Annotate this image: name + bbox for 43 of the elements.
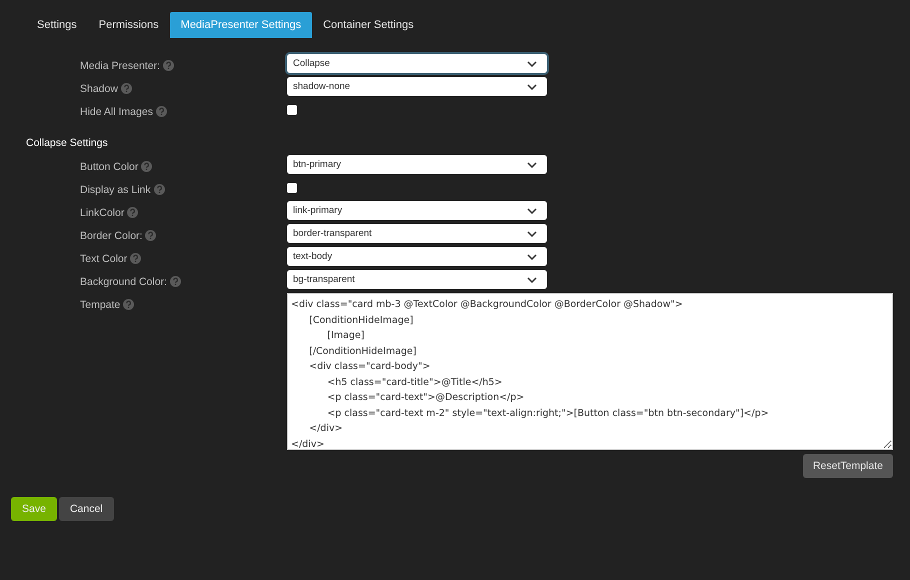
field-label: Shadow (80, 82, 118, 94)
chevron-icon (527, 276, 537, 282)
help-icon[interactable] (127, 207, 138, 218)
tab[interactable]: Container Settings (312, 12, 425, 38)
checkbox[interactable] (287, 183, 297, 193)
help-icon[interactable] (123, 299, 134, 310)
tab[interactable]: Settings (26, 12, 88, 38)
field-label: Background Color: (80, 276, 167, 288)
field-label: Display as Link (80, 184, 151, 196)
dropdown[interactable]: border-transparent (287, 224, 547, 243)
field-label: Media Presenter: (80, 60, 160, 72)
help-icon[interactable] (130, 253, 142, 264)
help-icon[interactable] (145, 230, 156, 241)
field-label: Tempate (80, 298, 120, 310)
field-label: Hide All Images (80, 106, 153, 118)
help-icon[interactable] (141, 161, 152, 172)
help-icon[interactable] (156, 106, 167, 117)
dropdown[interactable]: text-body (287, 247, 547, 266)
cancel-button[interactable]: Cancel (58, 497, 114, 521)
help-icon[interactable] (154, 184, 165, 195)
chevron-icon (527, 230, 537, 236)
chevron-icon (527, 60, 537, 66)
dropdown[interactable]: bg-transparent (287, 270, 547, 289)
reset-template-button[interactable]: ResetTemplate (802, 454, 893, 478)
checkbox[interactable] (287, 105, 297, 115)
chevron-icon (527, 162, 537, 168)
chevron-icon (527, 208, 537, 214)
dropdown[interactable]: link-primary (287, 201, 547, 220)
tab[interactable]: Permissions (88, 12, 170, 38)
section-heading: Collapse Settings (26, 137, 109, 149)
field-label: Border Color: (80, 230, 142, 242)
chevron-icon (527, 254, 537, 260)
field-label: LinkColor (80, 206, 124, 218)
help-icon[interactable] (120, 83, 132, 94)
help-icon[interactable] (170, 276, 181, 287)
help-icon[interactable] (162, 60, 174, 71)
template-field[interactable]: <div class="card mb-3 @TextColor @BackgroundColor @BorderColor @Shadow"> [ConditionHideImage] [Image] [/ConditionHideImage] <div class="card-body"> <h5 class="card-title">@Title</h5> <p class="card-text">@Description</p> <p class="card-text m-2" style="text-align:right;">[Button class="btn btn-secondary"]</p> </div> </div> (287, 293, 893, 450)
chevron-icon (527, 84, 537, 90)
dropdown[interactable]: Collapse (287, 54, 547, 73)
dropdown[interactable]: btn-primary (287, 155, 547, 174)
field-label: Text Color (80, 252, 128, 264)
field-label: Button Color (80, 160, 138, 172)
dropdown[interactable]: shadow-none (287, 77, 547, 96)
